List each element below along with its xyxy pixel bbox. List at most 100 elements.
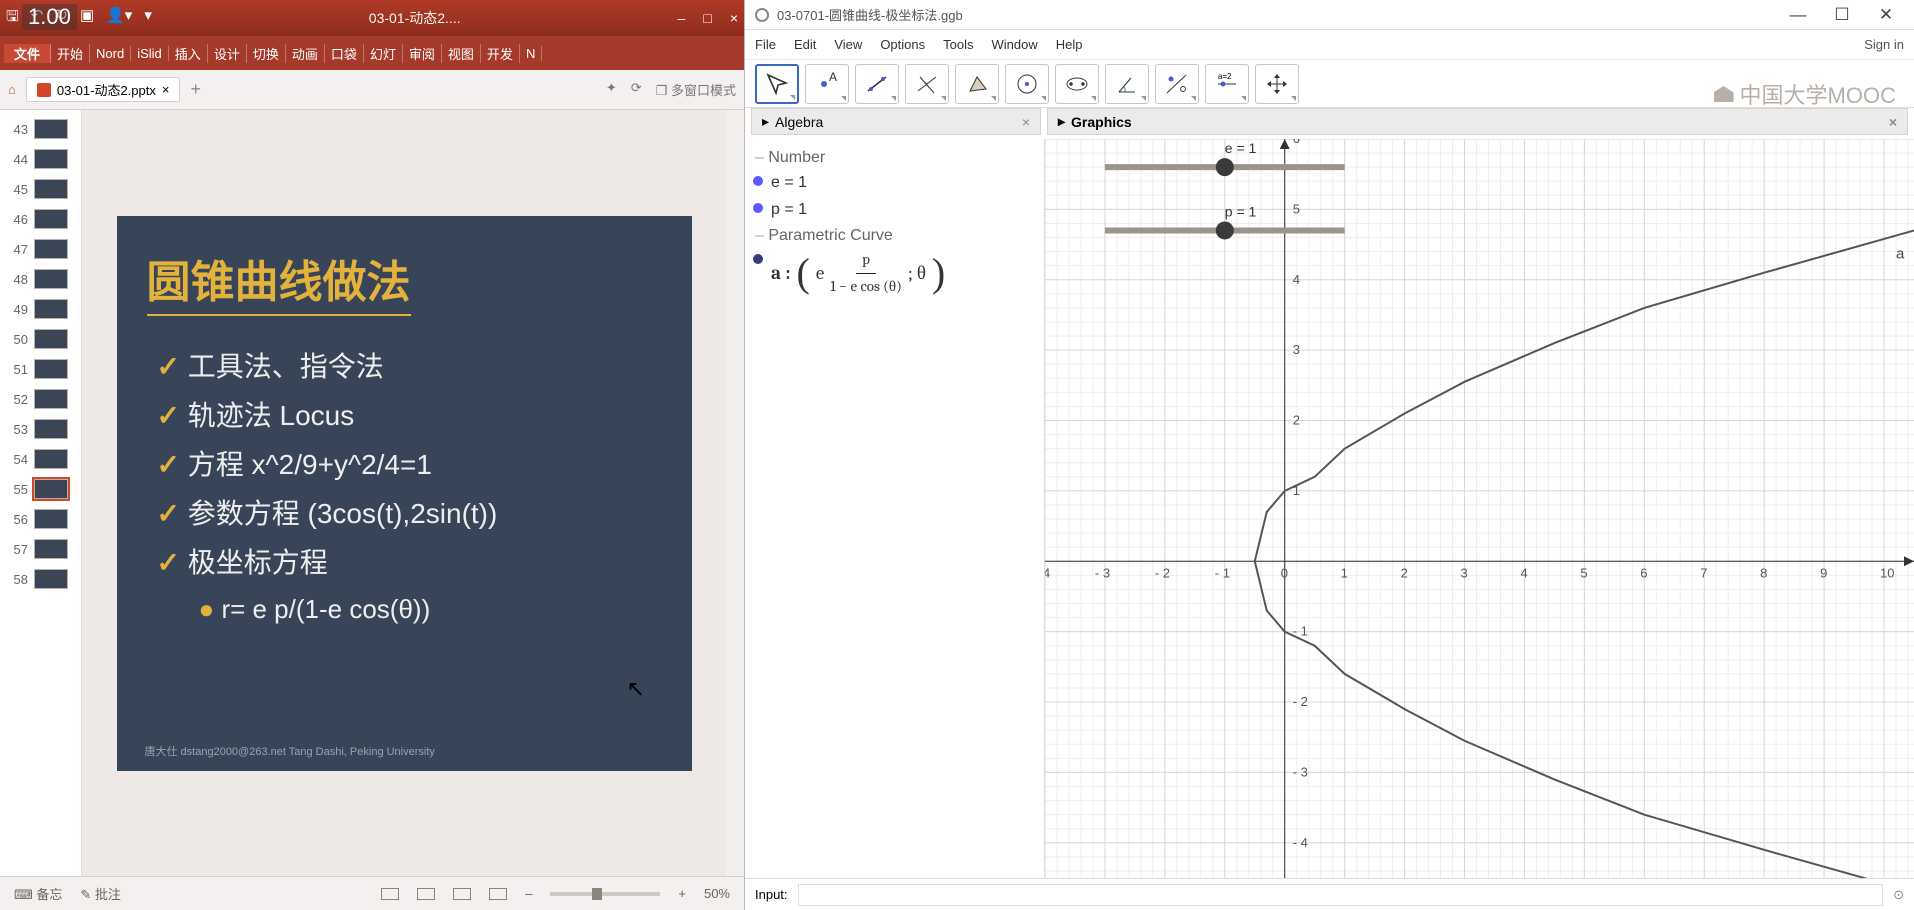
close-icon[interactable]: × bbox=[1889, 114, 1897, 130]
ggb-toolbar[interactable]: Aa=2 bbox=[745, 60, 1914, 108]
menu-view[interactable]: View bbox=[834, 37, 862, 52]
slide-thumb[interactable]: 43 bbox=[0, 114, 81, 144]
slide-thumb[interactable]: 50 bbox=[0, 324, 81, 354]
menu-help[interactable]: Help bbox=[1056, 37, 1083, 52]
save-icon[interactable]: 🖫 bbox=[6, 6, 19, 31]
tab-file[interactable]: 文件 bbox=[4, 44, 51, 63]
menu-window[interactable]: Window bbox=[991, 37, 1037, 52]
tab-home[interactable]: 开始 bbox=[51, 44, 90, 63]
tab-review[interactable]: 审阅 bbox=[403, 44, 442, 63]
slide-thumb[interactable]: 55 bbox=[0, 474, 81, 504]
docbar-icon-2[interactable]: ⟳ bbox=[631, 80, 642, 99]
close-button[interactable]: × bbox=[730, 10, 738, 26]
tab-nord[interactable]: Nord bbox=[90, 46, 131, 61]
tool-translate[interactable] bbox=[1255, 64, 1299, 104]
zoom-plus[interactable]: + bbox=[678, 886, 686, 901]
thumb-number: 54 bbox=[6, 452, 28, 467]
slide-thumb[interactable]: 58 bbox=[0, 564, 81, 594]
graphics-pane[interactable]: - 4- 3- 2- 1012345678910- 4- 3- 2- 11234… bbox=[1045, 139, 1914, 878]
slide-thumb[interactable]: 52 bbox=[0, 384, 81, 414]
tool-move[interactable] bbox=[755, 64, 799, 104]
vertical-scrollbar[interactable] bbox=[726, 110, 744, 876]
tool-ellipse[interactable] bbox=[1055, 64, 1099, 104]
slide-thumb[interactable]: 49 bbox=[0, 294, 81, 324]
slideshow-icon[interactable]: ▣ bbox=[80, 6, 94, 31]
document-tab-close[interactable]: × bbox=[162, 82, 170, 97]
tab-developer[interactable]: 开发 bbox=[481, 44, 520, 63]
add-document-button[interactable]: + bbox=[190, 79, 201, 100]
more-icon[interactable]: ▾ bbox=[144, 6, 152, 31]
menu-options[interactable]: Options bbox=[880, 37, 925, 52]
tool-line[interactable] bbox=[855, 64, 899, 104]
slide-thumbnails[interactable]: 4344454647484950515253 54 55565758 bbox=[0, 110, 82, 876]
tab-insert[interactable]: 插入 bbox=[169, 44, 208, 63]
menu-file[interactable]: File bbox=[755, 37, 776, 52]
algebra-item-a[interactable]: a : ( e p1 − e cos (θ) ; θ ) bbox=[753, 247, 1036, 299]
tab-islide[interactable]: iSlid bbox=[131, 46, 169, 61]
tool-reflect[interactable] bbox=[1155, 64, 1199, 104]
ribbon-tabs[interactable]: 文件 开始 Nord iSlid 插入 设计 切换 动画 口袋 幻灯 审阅 视图… bbox=[0, 36, 744, 70]
algebra-item-p[interactable]: p = 1 bbox=[753, 196, 1036, 223]
slide-thumb[interactable]: 45 bbox=[0, 174, 81, 204]
ggb-menubar[interactable]: File Edit View Options Tools Window Help… bbox=[745, 30, 1914, 60]
slide-thumb[interactable]: 44 bbox=[0, 144, 81, 174]
tab-design[interactable]: 设计 bbox=[208, 44, 247, 63]
minimize-button[interactable]: – bbox=[678, 10, 686, 26]
tab-extra[interactable]: N bbox=[520, 46, 542, 61]
algebra-item-e[interactable]: e = 1 bbox=[753, 169, 1036, 196]
doc-list-icon[interactable]: ⌂ bbox=[8, 82, 16, 97]
tab-pocket[interactable]: 口袋 bbox=[325, 44, 364, 63]
slide-canvas[interactable]: 圆锥曲线做法 工具法、指令法 轨迹法 Locus 方程 x^2/9+y^2/4=… bbox=[82, 110, 726, 876]
status-beiwang[interactable]: ⌨ 备忘 bbox=[14, 884, 62, 903]
maximize-button[interactable]: □ bbox=[703, 10, 711, 26]
tab-slideshow[interactable]: 幻灯 bbox=[364, 44, 403, 63]
slide-thumb[interactable]: 54 bbox=[0, 444, 81, 474]
user-icon[interactable]: 👤▾ bbox=[106, 6, 132, 31]
zoom-value[interactable]: 50% bbox=[704, 886, 730, 901]
tab-view[interactable]: 视图 bbox=[442, 44, 481, 63]
slide-thumb[interactable]: 46 bbox=[0, 204, 81, 234]
graphics-pane-header[interactable]: ▸ Graphics× bbox=[1047, 108, 1908, 135]
tool-slider[interactable]: a=2 bbox=[1205, 64, 1249, 104]
zoom-slider[interactable] bbox=[550, 892, 660, 896]
input-help-icon[interactable]: ⊙ bbox=[1893, 887, 1904, 903]
slide-thumb[interactable]: 51 bbox=[0, 354, 81, 384]
close-button[interactable]: ✕ bbox=[1868, 5, 1904, 25]
close-icon[interactable]: × bbox=[1022, 114, 1030, 130]
svg-text:a: a bbox=[1896, 246, 1905, 263]
input-field[interactable] bbox=[798, 884, 1884, 906]
tab-animation[interactable]: 动画 bbox=[286, 44, 325, 63]
zoom-minus[interactable]: – bbox=[525, 886, 532, 901]
docbar-icon-1[interactable]: ✦ bbox=[606, 80, 617, 99]
status-pizhu[interactable]: ✎ 批注 bbox=[80, 884, 121, 903]
slide-thumb[interactable]: 47 bbox=[0, 234, 81, 264]
maximize-button[interactable]: ☐ bbox=[1824, 5, 1860, 25]
algebra-pane[interactable]: Number e = 1 p = 1 Parametric Curve a : … bbox=[745, 139, 1045, 878]
view-reading-icon[interactable] bbox=[453, 888, 471, 900]
slide-thumb[interactable]: 48 bbox=[0, 264, 81, 294]
tab-transition[interactable]: 切换 bbox=[247, 44, 286, 63]
menu-tools[interactable]: Tools bbox=[943, 37, 973, 52]
tool-perp[interactable] bbox=[905, 64, 949, 104]
slide-thumb[interactable]: 57 bbox=[0, 534, 81, 564]
tool-circle[interactable] bbox=[1005, 64, 1049, 104]
view-slideshow-icon[interactable] bbox=[489, 888, 507, 900]
minimize-button[interactable]: — bbox=[1780, 5, 1816, 25]
tool-angle[interactable] bbox=[1105, 64, 1149, 104]
slide-thumb[interactable]: 53 bbox=[0, 414, 81, 444]
ggb-titlebar[interactable]: 03-0701-圆锥曲线-极坐标法.ggb — ☐ ✕ bbox=[745, 0, 1914, 30]
svg-text:6: 6 bbox=[1293, 139, 1300, 146]
algebra-category: Parametric Curve bbox=[755, 227, 1036, 245]
ppt-titlebar[interactable]: 1.00 🖫 ↶ ↻ ▣ 👤▾ ▾ 03-01-动态2.... – □ × bbox=[0, 0, 744, 36]
graphics-canvas[interactable]: - 4- 3- 2- 1012345678910- 4- 3- 2- 11234… bbox=[1045, 139, 1914, 878]
view-sorter-icon[interactable] bbox=[417, 888, 435, 900]
tool-point[interactable]: A bbox=[805, 64, 849, 104]
signin-link[interactable]: Sign in bbox=[1864, 37, 1904, 52]
slide-thumb[interactable]: 56 bbox=[0, 504, 81, 534]
view-normal-icon[interactable] bbox=[381, 888, 399, 900]
tool-polygon[interactable] bbox=[955, 64, 999, 104]
document-tab[interactable]: 03-01-动态2.pptx × bbox=[26, 77, 181, 102]
algebra-pane-header[interactable]: ▸ Algebra× bbox=[751, 108, 1041, 135]
menu-edit[interactable]: Edit bbox=[794, 37, 816, 52]
multiwindow-button[interactable]: ❐ 多窗口模式 bbox=[656, 80, 736, 99]
